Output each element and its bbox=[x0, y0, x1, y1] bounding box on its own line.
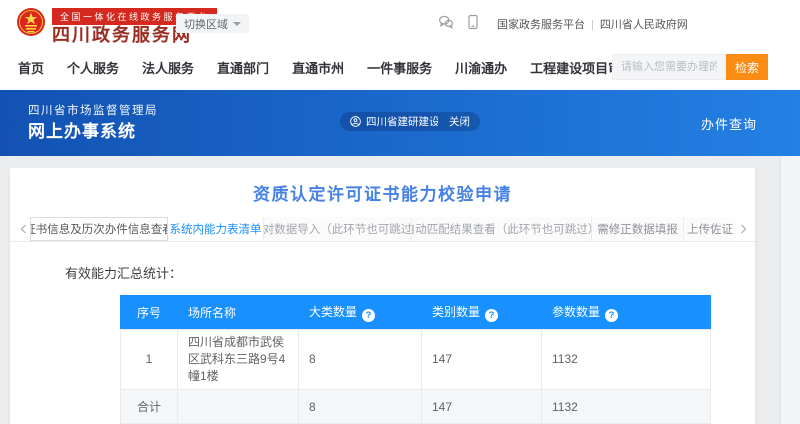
tab-certificate-info[interactable]: 证书信息及历次办件信息查看 bbox=[30, 217, 168, 241]
tab-upload-evidence[interactable]: 上传佐证 bbox=[684, 217, 736, 241]
user-icon bbox=[350, 116, 361, 127]
system-header-band: 四川省市场监督管理局 网上办事系统 四川省建研建设工程质... 关闭 办件查询 bbox=[0, 90, 800, 156]
link-sichuan-gov[interactable]: 四川省人民政府网 bbox=[600, 19, 688, 31]
wechat-icon[interactable] bbox=[438, 14, 454, 30]
chevron-down-icon bbox=[233, 22, 241, 26]
col-header-site-name: 场所名称 bbox=[178, 296, 299, 330]
nav-item-personal-services[interactable]: 个人服务 bbox=[67, 58, 119, 77]
tab-comparison-data-import[interactable]: 比对数据导入（此环节也可跳过） bbox=[264, 217, 412, 241]
tabs-scroll-left[interactable] bbox=[16, 217, 30, 241]
capability-summary-table: 序号 场所名称 大类数量? 类别数量? 参数数量? 1 四川省成都市武侯区武科东… bbox=[120, 295, 711, 424]
chevron-left-icon bbox=[20, 224, 27, 234]
bureau-name: 四川省市场监督管理局 bbox=[28, 102, 158, 118]
scrollbar-track[interactable] bbox=[780, 156, 800, 424]
cell-total-label: 合计 bbox=[121, 390, 178, 424]
cell-empty bbox=[178, 390, 299, 424]
link-national-platform[interactable]: 国家政务服务平台 bbox=[497, 19, 585, 31]
cell-total-parameters: 1132 bbox=[542, 390, 711, 424]
user-badge: 四川省建研建设工程质... 关闭 bbox=[340, 112, 480, 131]
main-nav: 首页 个人服务 法人服务 直通部门 直通市州 一件事服务 川渝通办 工程建设项目… bbox=[0, 44, 800, 90]
region-switch-button[interactable]: 切换区域 bbox=[176, 14, 249, 33]
portal-links: 国家政务服务平台 | 四川省人民政府网 bbox=[497, 16, 688, 32]
col-header-parameters: 参数数量? bbox=[542, 296, 711, 330]
table-header-row: 序号 场所名称 大类数量? 类别数量? 参数数量? bbox=[121, 296, 711, 330]
tab-system-capability-list[interactable]: 系统内能力表清单 bbox=[168, 217, 264, 241]
nav-item-chuanyu[interactable]: 川渝通办 bbox=[455, 58, 507, 77]
col-header-index: 序号 bbox=[121, 296, 178, 330]
system-name: 网上办事系统 bbox=[28, 117, 136, 142]
cell-index: 1 bbox=[121, 330, 178, 390]
step-tabs: 证书信息及历次办件信息查看 系统内能力表清单 比对数据导入（此环节也可跳过） 自… bbox=[10, 217, 755, 242]
logout-close-button[interactable]: 关闭 bbox=[449, 114, 470, 129]
search-input[interactable] bbox=[612, 54, 726, 80]
nav-item-home[interactable]: 首页 bbox=[18, 58, 44, 77]
cell-major-categories: 8 bbox=[299, 330, 422, 390]
mobile-phone-icon[interactable] bbox=[465, 14, 481, 30]
cell-site-name: 四川省成都市武侯区武科东三路9号4幢1楼 bbox=[178, 330, 299, 390]
help-icon[interactable]: ? bbox=[605, 309, 618, 322]
chevron-right-icon bbox=[740, 224, 747, 234]
cell-categories: 147 bbox=[422, 330, 542, 390]
cell-total-categories: 147 bbox=[422, 390, 542, 424]
table-total-row: 合计 8 147 1132 bbox=[121, 390, 711, 424]
nav-item-departments[interactable]: 直通部门 bbox=[217, 58, 269, 77]
section-title: 有效能力汇总统计： bbox=[65, 263, 182, 282]
search-button[interactable]: 检索 bbox=[726, 54, 768, 80]
tab-data-correction[interactable]: 需修正数据填报 bbox=[592, 217, 684, 241]
nav-item-legal-services[interactable]: 法人服务 bbox=[142, 58, 194, 77]
nav-item-cities[interactable]: 直通市州 bbox=[292, 58, 344, 77]
links-divider: | bbox=[591, 19, 594, 31]
col-header-major-categories: 大类数量? bbox=[299, 296, 422, 330]
top-bar: 全国一体化在线政务服务平台 四川政务服务网 切换区域 国家政务服务平台|四川省人… bbox=[0, 0, 800, 44]
tabs-scroll-right[interactable] bbox=[736, 217, 750, 241]
user-name: 四川省建研建设工程质... bbox=[366, 114, 438, 129]
tab-auto-match-results[interactable]: 自动匹配结果查看（此环节也可跳过） bbox=[412, 217, 592, 241]
nav-item-one-thing[interactable]: 一件事服务 bbox=[367, 58, 432, 77]
national-emblem-logo bbox=[16, 7, 46, 37]
col-header-categories: 类别数量? bbox=[422, 296, 542, 330]
application-query-link[interactable]: 办件查询 bbox=[701, 114, 757, 133]
cell-total-major-categories: 8 bbox=[299, 390, 422, 424]
content-card: 资质认定许可证书能力校验申请 证书信息及历次办件信息查看 系统内能力表清单 比对… bbox=[10, 168, 755, 424]
help-icon[interactable]: ? bbox=[362, 309, 375, 322]
cell-parameters: 1132 bbox=[542, 330, 711, 390]
help-icon[interactable]: ? bbox=[485, 309, 498, 322]
table-row: 1 四川省成都市武侯区武科东三路9号4幢1楼 8 147 1132 bbox=[121, 330, 711, 390]
page-title: 资质认定许可证书能力校验申请 bbox=[10, 180, 755, 205]
region-switch-label: 切换区域 bbox=[184, 16, 228, 32]
